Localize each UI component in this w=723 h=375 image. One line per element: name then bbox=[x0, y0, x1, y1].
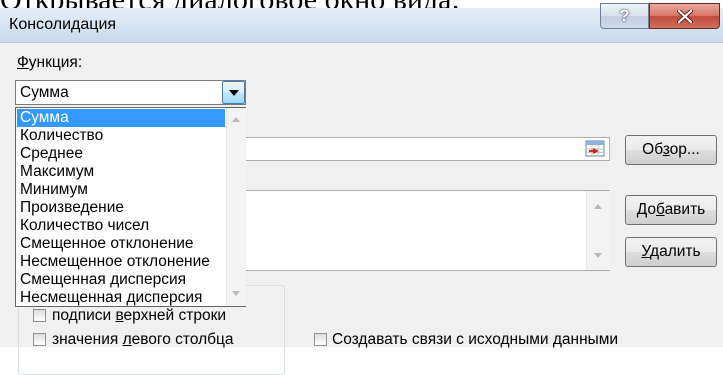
scroll-down-icon[interactable] bbox=[232, 291, 240, 296]
browse-label-pre: Об bbox=[642, 141, 663, 158]
function-option[interactable]: Минимум bbox=[17, 181, 225, 199]
top-row-checkbox[interactable] bbox=[33, 309, 46, 322]
top-row-label-post: ерхней строки bbox=[123, 307, 227, 324]
left-column-checkbox[interactable] bbox=[33, 333, 46, 346]
left-column-label-post: евого столбца bbox=[131, 331, 234, 348]
help-button[interactable]: ? bbox=[600, 3, 649, 29]
browse-label-post: ор... bbox=[669, 141, 700, 158]
collapse-dialog-button[interactable] bbox=[583, 139, 607, 159]
function-option[interactable]: Максимум bbox=[17, 163, 225, 181]
function-option[interactable]: Произведение bbox=[17, 199, 225, 217]
function-label-rest: ункция: bbox=[28, 54, 83, 71]
top-row-label-pre: подписи bbox=[52, 307, 116, 324]
function-option[interactable]: Среднее bbox=[17, 145, 225, 163]
add-label-accel: б bbox=[656, 201, 665, 218]
function-option[interactable]: Смещенная дисперсия bbox=[17, 271, 225, 289]
add-button[interactable]: Добавить bbox=[625, 195, 717, 225]
ranges-scrollbar[interactable] bbox=[586, 191, 610, 270]
create-links-checkbox[interactable] bbox=[314, 333, 327, 346]
dropdown-scrollbar[interactable] bbox=[226, 108, 246, 306]
collapse-dialog-icon bbox=[585, 140, 605, 157]
function-option[interactable]: Смещенное отклонение bbox=[17, 235, 225, 253]
scroll-down-icon[interactable] bbox=[594, 253, 602, 258]
left-column-label-accel: л bbox=[122, 331, 132, 348]
dialog-title: Консолидация bbox=[9, 16, 117, 33]
create-links-checkbox-label[interactable]: Создавать связи с исходными данными bbox=[332, 331, 618, 349]
function-label: Функция: bbox=[17, 54, 82, 72]
function-dropdown-button[interactable] bbox=[222, 81, 245, 104]
left-column-label-pre: значения bbox=[52, 331, 123, 348]
top-row-checkbox-label[interactable]: подписи верхней строки bbox=[52, 307, 226, 325]
browse-label-accel: з bbox=[662, 141, 670, 158]
add-label-post: авить bbox=[664, 201, 706, 218]
top-row-label-accel: в bbox=[115, 307, 124, 324]
help-icon: ? bbox=[619, 6, 630, 25]
function-option[interactable]: Сумма bbox=[17, 109, 225, 127]
function-select[interactable]: Сумма bbox=[15, 80, 246, 105]
delete-label-post: далить bbox=[650, 243, 701, 260]
delete-button[interactable]: Удалить bbox=[625, 237, 717, 267]
function-option[interactable]: Несмещенная дисперсия bbox=[17, 289, 225, 307]
left-column-checkbox-label[interactable]: значения левого столбца bbox=[52, 331, 234, 349]
add-label-pre: До bbox=[636, 201, 657, 218]
delete-label-accel: У bbox=[641, 243, 651, 260]
function-select-value: Сумма bbox=[20, 84, 69, 101]
browse-button[interactable]: Обзор... bbox=[625, 135, 717, 165]
function-option[interactable]: Несмещенное отклонение bbox=[17, 253, 225, 271]
close-button[interactable] bbox=[649, 3, 720, 29]
function-dropdown-list[interactable]: Сумма Количество Среднее Максимум Миниму… bbox=[15, 107, 246, 307]
function-option[interactable]: Количество чисел bbox=[17, 217, 225, 235]
scroll-up-icon[interactable] bbox=[594, 204, 602, 209]
scroll-up-icon[interactable] bbox=[232, 117, 240, 122]
chevron-down-icon bbox=[229, 90, 239, 96]
function-option[interactable]: Количество bbox=[17, 127, 225, 145]
function-label-accel: Ф bbox=[17, 54, 29, 71]
close-icon bbox=[677, 10, 693, 23]
